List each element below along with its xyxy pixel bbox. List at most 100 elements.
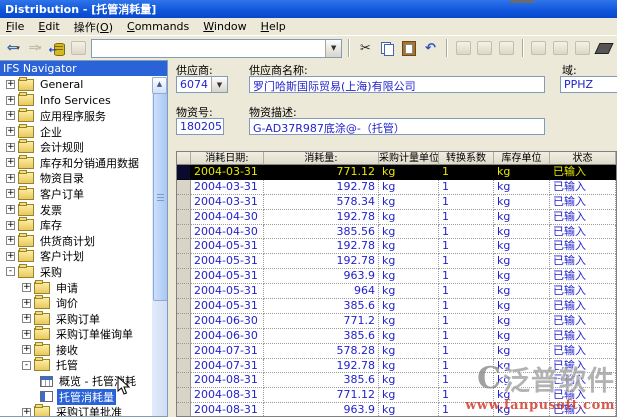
table-cell[interactable]: kg bbox=[379, 313, 439, 329]
sidebar-item[interactable]: + Info Services bbox=[0, 92, 152, 109]
table-row[interactable]: 2004-08-31 771.12 kg 1 kg 已输入 bbox=[177, 388, 616, 404]
sidebar-item-label[interactable]: 客户计划 bbox=[38, 248, 86, 264]
table-cell[interactable]: 192.78 bbox=[264, 254, 379, 270]
domain-field[interactable]: PPHZ bbox=[560, 76, 617, 93]
table-cell[interactable]: kg bbox=[494, 254, 550, 270]
table-cell[interactable]: 2004-05-31 bbox=[191, 254, 264, 270]
table-cell[interactable]: 192.78 bbox=[264, 358, 379, 374]
table-cell[interactable]: 2004-08-31 bbox=[191, 388, 264, 404]
table-cell[interactable]: kg bbox=[379, 209, 439, 225]
table-cell[interactable]: kg bbox=[379, 269, 439, 285]
table-cell[interactable]: 1 bbox=[439, 269, 494, 285]
table-cell[interactable]: 578.34 bbox=[264, 194, 379, 210]
sidebar-item[interactable]: + 询价 bbox=[0, 295, 152, 311]
column-header[interactable]: 库存单位 bbox=[494, 152, 550, 165]
table-cell[interactable]: 578.28 bbox=[264, 343, 379, 359]
table-cell[interactable]: kg bbox=[494, 328, 550, 344]
row-selector-cell[interactable] bbox=[177, 343, 191, 359]
table-cell[interactable]: 2004-03-31 bbox=[191, 194, 264, 210]
table-cell[interactable]: kg bbox=[379, 299, 439, 314]
table-cell[interactable]: 已输入 bbox=[550, 254, 616, 270]
table-cell[interactable]: kg bbox=[379, 388, 439, 404]
row-selector-cell[interactable] bbox=[177, 165, 191, 180]
table-cell[interactable]: kg bbox=[379, 194, 439, 210]
sidebar-item[interactable]: + 采购订单批准 bbox=[0, 404, 152, 416]
table-cell[interactable]: 1 bbox=[439, 373, 494, 389]
sidebar-item-label[interactable]: 库存 bbox=[38, 217, 64, 233]
sidebar-item-label[interactable]: 接收 bbox=[54, 342, 80, 358]
column-header[interactable]: 消耗量: bbox=[264, 152, 379, 165]
table-cell[interactable]: 771.12 bbox=[264, 165, 379, 180]
table-cell[interactable]: 385.6 bbox=[264, 373, 379, 389]
table-cell[interactable]: kg bbox=[379, 284, 439, 300]
tree-expander-icon[interactable]: - bbox=[22, 360, 31, 370]
sidebar-item-label[interactable]: 客户订单 bbox=[38, 186, 86, 202]
menu-item[interactable]: Edit bbox=[38, 20, 59, 33]
sidebar-item[interactable]: + 采购订单催询单 bbox=[0, 326, 152, 343]
table-cell[interactable]: 2004-04-30 bbox=[191, 224, 264, 240]
material-desc-field[interactable]: G-AD37R987底涂@-（托管） bbox=[249, 118, 545, 135]
tree-expander-icon[interactable]: - bbox=[6, 267, 15, 277]
table-cell[interactable]: 已输入 bbox=[550, 328, 616, 344]
table-cell[interactable]: 已输入 bbox=[550, 209, 616, 225]
table-cell[interactable]: 2004-03-31 bbox=[191, 179, 264, 195]
table-row[interactable]: 2004-03-31 578.34 kg 1 kg 已输入 bbox=[177, 194, 616, 210]
table-cell[interactable]: 已输入 bbox=[550, 343, 616, 359]
table-cell[interactable]: 已输入 bbox=[550, 194, 616, 210]
table-cell[interactable]: 2004-04-30 bbox=[191, 209, 264, 225]
column-header[interactable]: 采购计量单位 bbox=[379, 152, 439, 165]
row-selector-cell[interactable] bbox=[177, 224, 191, 240]
table-row[interactable]: 2004-07-31 578.28 kg 1 kg 已输入 bbox=[177, 343, 616, 359]
table-cell[interactable]: 2004-07-31 bbox=[191, 343, 264, 359]
table-row[interactable]: 2004-05-31 192.78 kg 1 kg 已输入 bbox=[177, 254, 616, 270]
sidebar-item-label[interactable]: 采购订单批准 bbox=[54, 404, 124, 416]
tree-expander-icon[interactable]: + bbox=[6, 173, 15, 183]
row-selector-cell[interactable] bbox=[177, 373, 191, 389]
table-cell[interactable]: 1 bbox=[439, 179, 494, 195]
table-cell[interactable]: kg bbox=[494, 313, 550, 329]
supplier-dropdown-icon[interactable]: ▼ bbox=[211, 77, 227, 92]
table-cell[interactable]: 963.9 bbox=[264, 403, 379, 416]
table-cell[interactable]: 192.78 bbox=[264, 179, 379, 195]
forward-button[interactable]: ⇒ ▾ bbox=[26, 39, 45, 57]
tree-expander-icon[interactable]: + bbox=[6, 127, 15, 137]
table-cell[interactable]: 1 bbox=[439, 224, 494, 240]
table-cell[interactable]: 已输入 bbox=[550, 299, 616, 314]
table-cell[interactable]: 2004-05-31 bbox=[191, 269, 264, 285]
table-cell[interactable]: kg bbox=[494, 373, 550, 389]
table-row[interactable]: 2004-08-31 385.6 kg 1 kg 已输入 bbox=[177, 373, 616, 389]
sidebar-item-label[interactable]: 申请 bbox=[54, 280, 80, 296]
table-cell[interactable]: kg bbox=[379, 343, 439, 359]
table-cell[interactable]: 2004-06-30 bbox=[191, 313, 264, 329]
table-cell[interactable]: 已输入 bbox=[550, 269, 616, 285]
table-cell[interactable]: 1 bbox=[439, 209, 494, 225]
table-cell[interactable]: kg bbox=[494, 194, 550, 210]
table-cell[interactable]: 2004-06-30 bbox=[191, 328, 264, 344]
tree-expander-icon[interactable]: + bbox=[22, 345, 31, 355]
table-cell[interactable]: kg bbox=[379, 224, 439, 240]
menu-item[interactable]: Window bbox=[203, 20, 246, 33]
table-row[interactable]: 2004-06-30 385.6 kg 1 kg 已输入 bbox=[177, 328, 616, 344]
table-cell[interactable]: kg bbox=[494, 224, 550, 240]
table-cell[interactable]: 771.2 bbox=[264, 313, 379, 329]
sidebar-item-label[interactable]: 应用程序服务 bbox=[38, 108, 108, 124]
attach-database-button[interactable]: ← bbox=[47, 39, 66, 57]
table-cell[interactable]: 2004-05-31 bbox=[191, 284, 264, 300]
row-selector-cell[interactable] bbox=[177, 388, 191, 404]
sidebar-item-label[interactable]: 采购 bbox=[38, 264, 64, 280]
undo-button[interactable]: ↶ bbox=[421, 39, 440, 57]
sidebar-item-label[interactable]: 托管 bbox=[54, 357, 80, 373]
tree-expander-icon[interactable]: + bbox=[6, 111, 15, 121]
sidebar-item[interactable]: + 客户计划 bbox=[0, 248, 152, 265]
tree-expander-icon[interactable]: + bbox=[6, 95, 15, 105]
table-cell[interactable]: 2004-08-31 bbox=[191, 373, 264, 389]
menu-item[interactable]: 操作(O) bbox=[74, 19, 113, 35]
scrollbar-thumb[interactable] bbox=[153, 93, 167, 301]
tree-expander-icon[interactable]: + bbox=[6, 251, 15, 261]
tree-expander-icon[interactable]: + bbox=[22, 329, 31, 339]
table-cell[interactable]: 1 bbox=[439, 388, 494, 404]
table-cell[interactable]: kg bbox=[494, 299, 550, 314]
table-cell[interactable]: 1 bbox=[439, 403, 494, 416]
column-header[interactable]: 消耗日期: bbox=[191, 152, 264, 165]
table-row[interactable]: 2004-04-30 385.56 kg 1 kg 已输入 bbox=[177, 224, 616, 240]
